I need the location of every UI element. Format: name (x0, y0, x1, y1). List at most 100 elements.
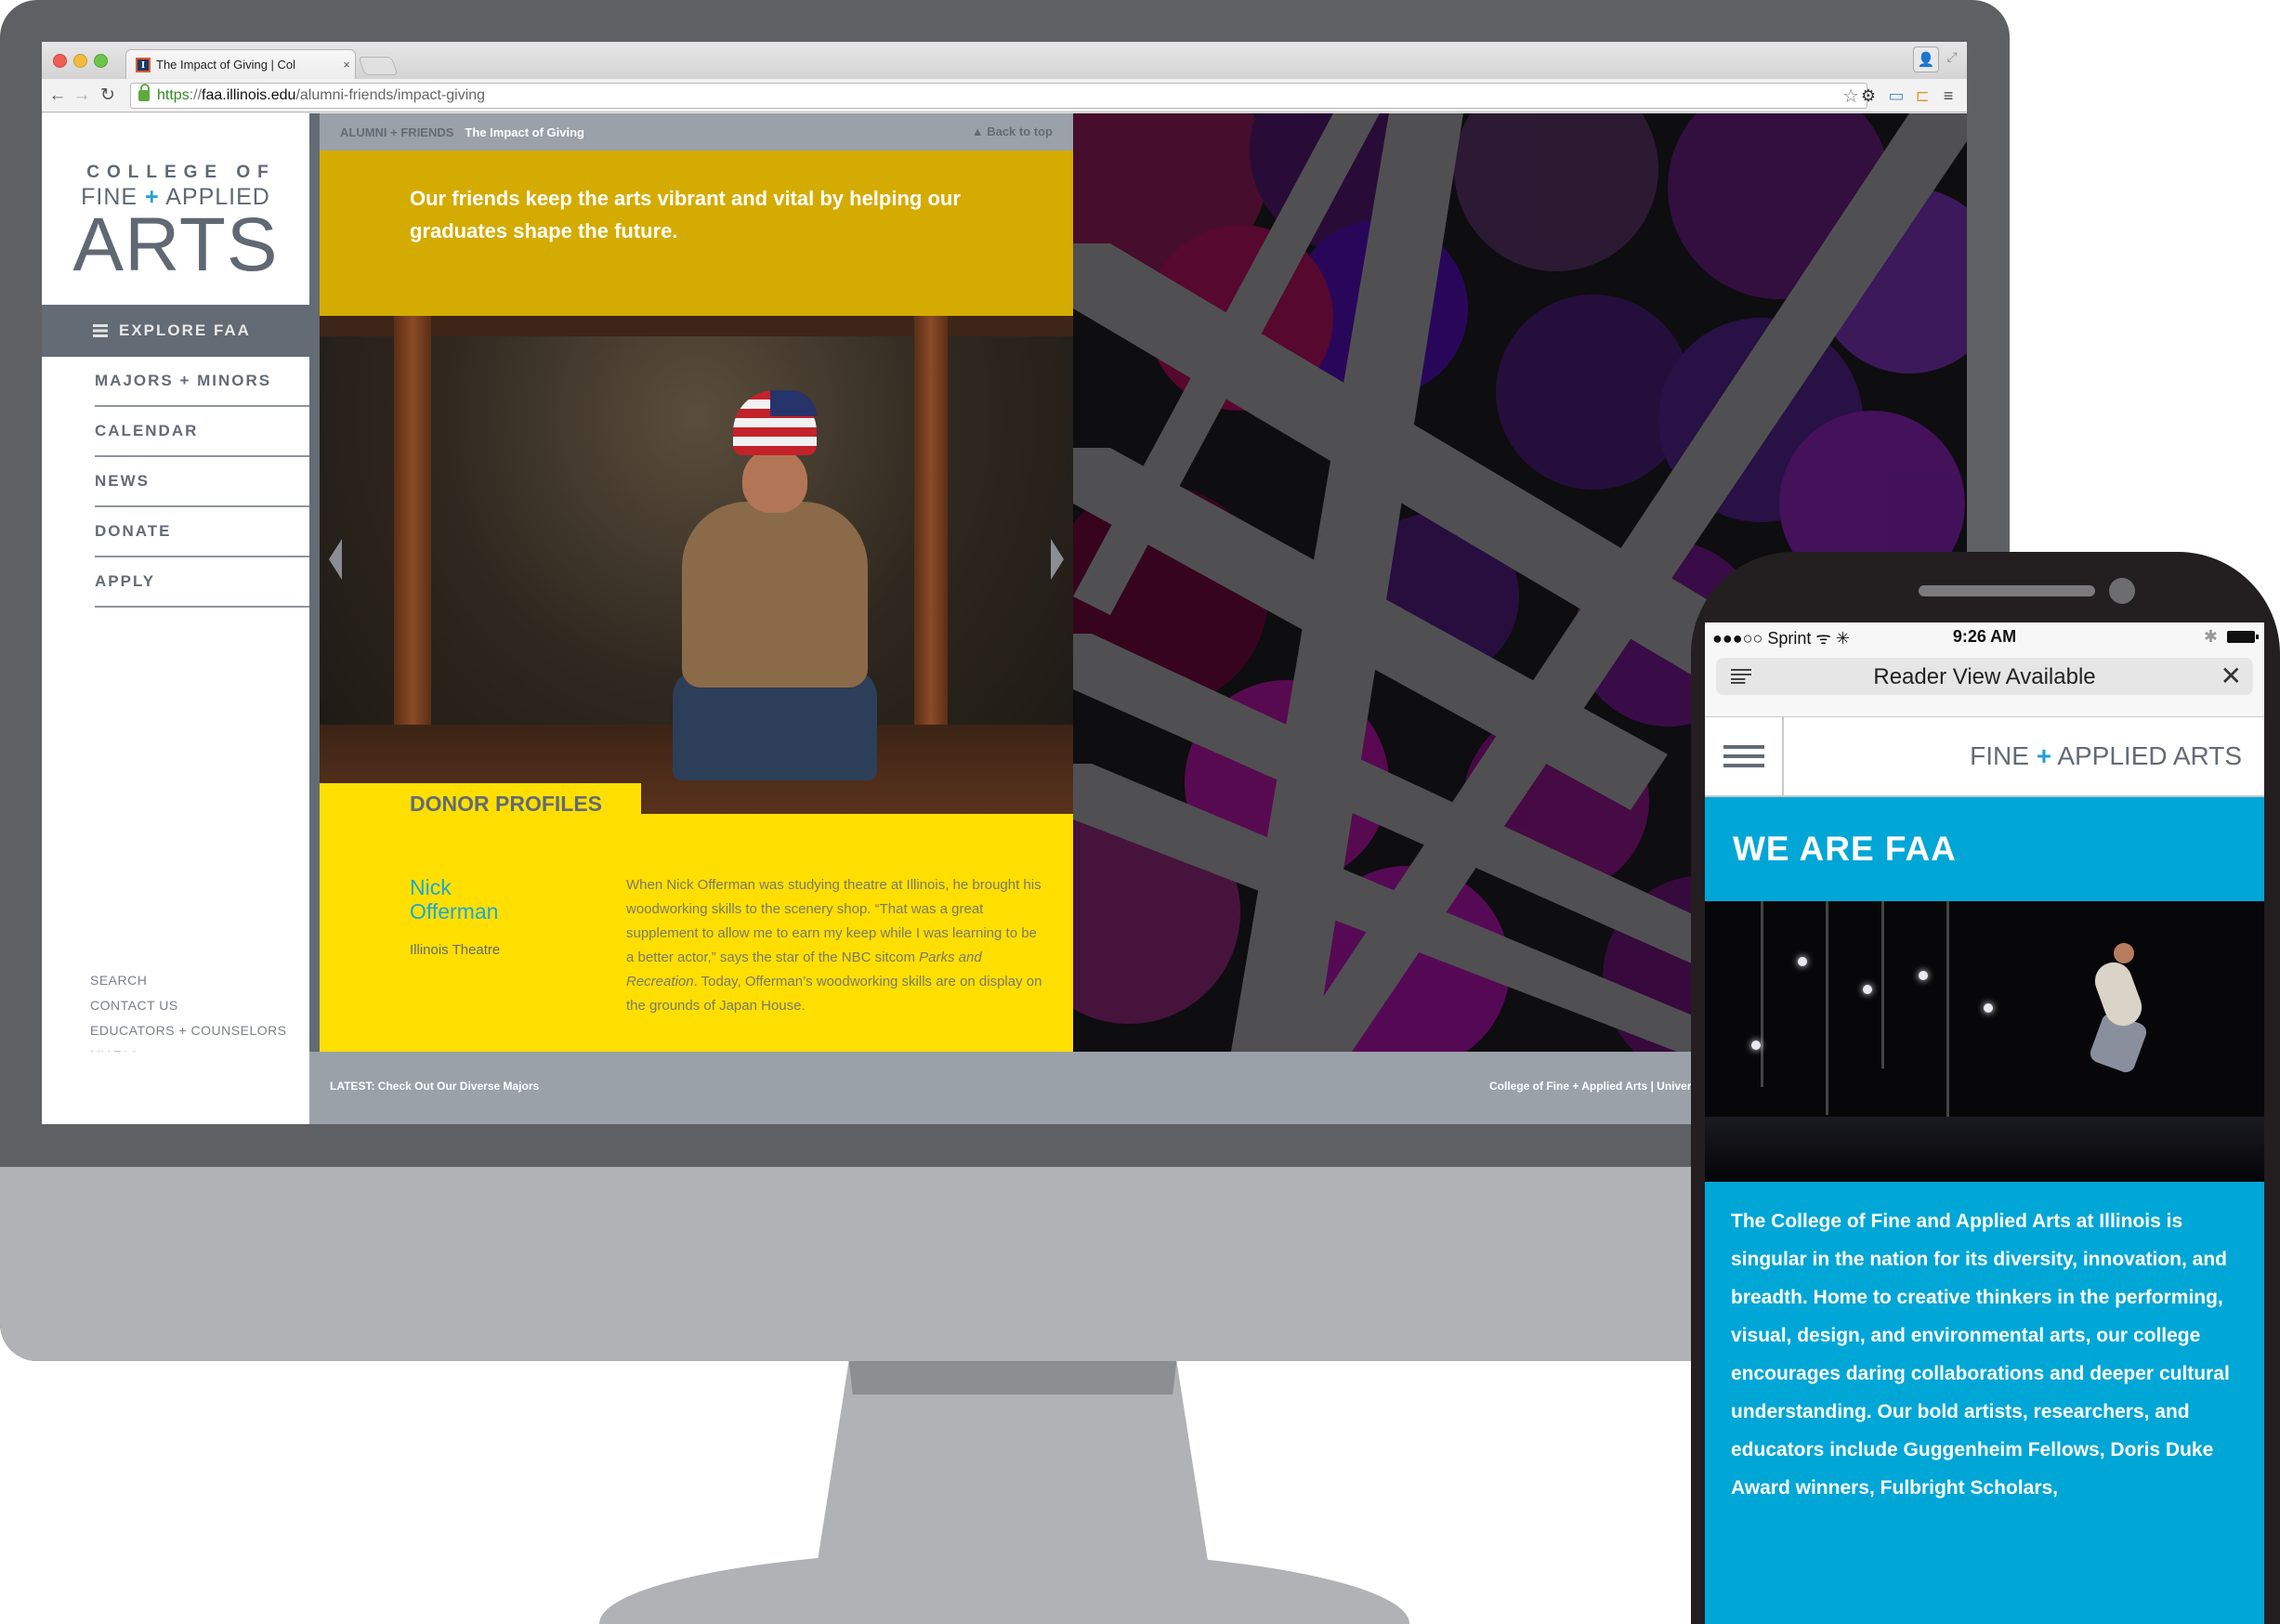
intro-text: Our friends keep the arts vibrant and vi… (410, 187, 961, 242)
slideshow-prev-icon[interactable] (329, 539, 342, 580)
content-column: ALUMNI + FRIENDS The Impact of Giving ▲ … (320, 113, 1073, 1052)
window-close-button[interactable] (53, 54, 67, 68)
stage-light (1984, 1003, 1993, 1013)
phone-camera (2109, 578, 2135, 604)
portrait-face (742, 448, 807, 513)
ruler-extension-icon[interactable]: ⊏ (1911, 85, 1933, 107)
slideshow-next-icon[interactable] (1051, 539, 1064, 580)
footer-latest[interactable]: LATEST: Check Out Our Diverse Majors (330, 1080, 539, 1093)
hamburger-icon (1723, 745, 1764, 767)
util-link-contact-us[interactable]: CONTACT US (90, 993, 287, 1018)
web-page: COLLEGE OF FINE + APPLIED ARTS EXPLORE F… (42, 113, 1967, 1124)
mobile-menu-button[interactable] (1705, 717, 1784, 797)
dancer-photo (1705, 901, 2264, 1182)
window-minimize-button[interactable] (73, 54, 87, 68)
desktop-screen: I The Impact of Giving | Col × 👤 ⤢ ← → ↻… (42, 42, 1967, 1124)
faa-logo[interactable]: COLLEGE OF FINE + APPLIED ARTS (42, 113, 309, 305)
nav-item-news[interactable]: NEWS (95, 457, 309, 507)
profile-icon[interactable]: 👤 (1913, 46, 1939, 72)
screen-capture-icon[interactable]: ▭ (1885, 85, 1907, 107)
back-to-top-link[interactable]: ▲ Back to top (972, 124, 1053, 138)
portrait-jacket (682, 502, 868, 688)
forward-arrow-icon[interactable]: → (72, 85, 92, 107)
art-circle (1496, 295, 1691, 490)
stage-light (1798, 957, 1807, 966)
lock-icon (138, 84, 150, 101)
url-host: faa.illinois.edu (202, 87, 296, 103)
mobile-header: FINE + APPLIED ARTS (1705, 717, 2264, 797)
breadcrumb: ALUMNI + FRIENDS The Impact of Giving ▲ … (320, 113, 1073, 151)
phone-speaker (1919, 585, 2095, 596)
nav-item-calendar[interactable]: CALENDAR (95, 407, 309, 457)
sidebar: COLLEGE OF FINE + APPLIED ARTS EXPLORE F… (42, 113, 369, 1124)
mobile-body: The College of Fine and Applied Arts at … (1705, 1182, 2264, 1624)
photo-beam (320, 316, 1073, 336)
nav-item-apply[interactable]: APPLY (95, 557, 309, 608)
reader-view-label: Reader View Available (1873, 664, 2096, 689)
donor-portrait (663, 390, 886, 780)
brand-plus: + (2036, 741, 2052, 770)
mobile-brand[interactable]: FINE + APPLIED ARTS (1970, 741, 2242, 771)
logo-arts: ARTS (72, 203, 279, 287)
nav-item-majors-minors[interactable]: MAJORS + MINORS (95, 357, 309, 407)
reader-close-icon[interactable]: ✕ (2221, 661, 2242, 691)
new-tab-button[interactable] (358, 57, 399, 75)
stage-light (1919, 971, 1928, 980)
main-nav: MAJORS + MINORS CALENDAR NEWS DONATE APP… (95, 357, 309, 608)
address-bar[interactable]: https://faa.illinois.edu/alumni-friends/… (130, 83, 1867, 109)
browser-toolbar: ← → ↻ https://faa.illinois.edu/alumni-fr… (42, 79, 1967, 112)
portrait-hat (733, 390, 817, 455)
nav-item-donate[interactable]: DONATE (95, 507, 309, 557)
stage-rig (1881, 901, 1884, 1068)
sidebar-border (309, 113, 320, 1124)
dancer-figure (2077, 938, 2160, 1078)
window-zoom-button[interactable] (94, 54, 108, 68)
brand-fine: FINE (1970, 741, 2029, 770)
util-link-search[interactable]: SEARCH (90, 968, 287, 993)
brand-applied-arts: APPLIED ARTS (2057, 741, 2242, 770)
stage-floor (1705, 1117, 2264, 1182)
fullscreen-icon[interactable]: ⤢ (1943, 49, 1961, 68)
reader-view-bar[interactable]: Reader View Available ✕ (1716, 658, 2253, 695)
tab-close-icon[interactable]: × (338, 58, 355, 72)
url-scheme: https (157, 87, 190, 103)
browser-tab-strip: I The Impact of Giving | Col × 👤 ⤢ (42, 42, 1967, 79)
back-arrow-icon[interactable]: ← (47, 85, 68, 107)
reload-icon[interactable]: ↻ (98, 85, 118, 107)
monitor-stand-base (599, 1550, 1409, 1624)
sidebar-footer-area (42, 1052, 309, 1124)
mobile-hero: WE ARE FAA (1705, 797, 2264, 901)
battery-icon (2227, 631, 2259, 643)
browser-menu-icon[interactable]: ≡ (1937, 85, 1959, 107)
mobile-body-text: The College of Fine and Applied Arts at … (1731, 1211, 2230, 1499)
breadcrumb-current: The Impact of Giving (465, 124, 584, 139)
url-separator: :// (189, 87, 203, 103)
hero-title: WE ARE FAA (1733, 830, 1957, 868)
url-path: /alumni-friends/impact-giving (295, 87, 486, 103)
donor-photo-slideshow (320, 316, 1073, 814)
breadcrumb-parent[interactable]: ALUMNI + FRIENDS (340, 125, 453, 139)
footer-latest-label: LATEST: (330, 1080, 375, 1093)
browser-tab-active[interactable]: I The Impact of Giving | Col × (125, 49, 356, 79)
donor-story: When Nick Offerman was studying theatre … (626, 873, 1044, 1018)
status-bar: ●●●○○ Sprint ᯤ ✳ 9:26 AM ✱ (1705, 622, 2264, 650)
dancer-head (2114, 943, 2134, 963)
stage-light (1751, 1041, 1761, 1050)
hamburger-icon (93, 324, 108, 337)
status-right: ✱ (2203, 627, 2259, 647)
footer-latest-link[interactable]: Check Out Our Diverse Majors (378, 1080, 539, 1093)
dancer-body (2090, 957, 2147, 1031)
art-circle (1454, 113, 1658, 271)
stage-rig (1826, 901, 1828, 1115)
donor-department: Illinois Theatre (410, 942, 501, 958)
illinois-favicon-icon: I (136, 57, 151, 72)
bluetooth-icon: ✱ (2203, 627, 2218, 646)
gear-icon[interactable]: ⚙ (1857, 85, 1880, 107)
donor-name: Nick Offerman (410, 875, 499, 923)
stage-rig (1946, 901, 1949, 1124)
reader-view-banner: Reader View Available ✕ (1705, 650, 2264, 717)
status-time: 9:26 AM (1952, 627, 2017, 646)
donor-profile-card: DONOR PROFILES Nick Offerman Illinois Th… (320, 783, 1073, 1052)
util-link-educators-counselors[interactable]: EDUCATORS + COUNSELORS (90, 1018, 287, 1043)
stage-light (1863, 985, 1872, 994)
